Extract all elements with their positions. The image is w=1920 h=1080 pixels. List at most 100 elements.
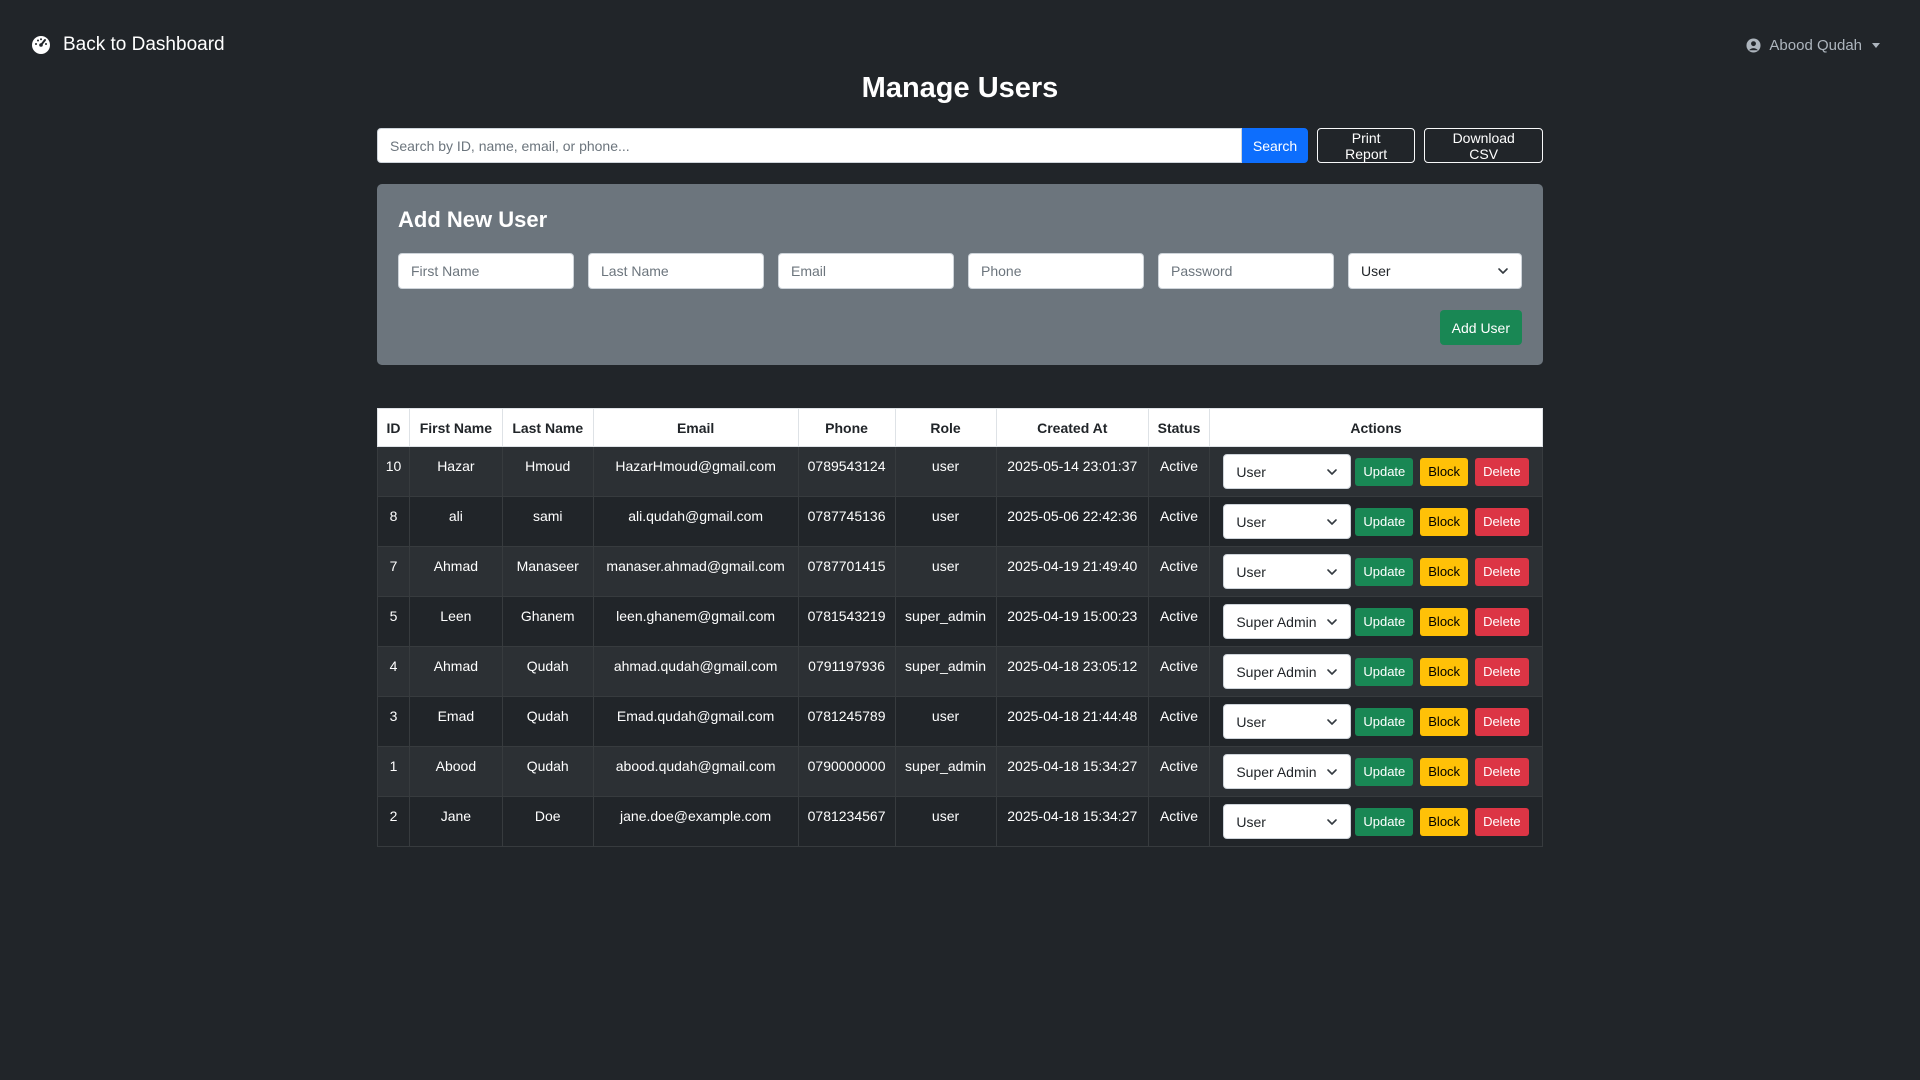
first-name-input[interactable]	[398, 253, 574, 289]
cell-first-name: Ahmad	[408, 546, 503, 597]
back-to-dashboard-link[interactable]: Back to Dashboard	[31, 34, 225, 56]
row-role-select-value: Super Admin	[1236, 763, 1317, 780]
print-report-button[interactable]: Print Report	[1316, 128, 1416, 163]
cell-id: 3	[377, 696, 410, 747]
phone-input[interactable]	[968, 253, 1144, 289]
cell-actions: User Update Block Delete	[1209, 696, 1543, 747]
update-button[interactable]: Update	[1355, 607, 1414, 636]
search-button[interactable]: Search	[1242, 128, 1308, 163]
update-button[interactable]: Update	[1355, 807, 1414, 836]
table-row: 4 Ahmad Qudah ahmad.qudah@gmail.com 07911979…	[377, 646, 1543, 697]
row-role-select[interactable]: User	[1223, 454, 1352, 489]
chevron-down-icon	[1327, 568, 1338, 575]
table-body: 10 Hazar Hmoud HazarHmoud@gmail.com 07895431…	[377, 446, 1543, 847]
cell-id: 2	[377, 796, 410, 847]
delete-button[interactable]: Delete	[1475, 457, 1529, 486]
cell-first-name: Jane	[408, 796, 503, 847]
col-created-at: Created At	[995, 408, 1150, 447]
add-user-button[interactable]: Add User	[1439, 310, 1522, 345]
actions-group: User Update Block Delete	[1216, 504, 1536, 539]
col-email: Email	[592, 408, 799, 447]
block-button[interactable]: Block	[1420, 457, 1469, 486]
table-row: 1 Abood Qudah abood.qudah@gmail.com 07900000…	[377, 746, 1543, 797]
col-last-name: Last Name	[501, 408, 594, 447]
cell-status: Active	[1148, 446, 1210, 497]
col-id: ID	[377, 408, 410, 447]
actions-group: User Update Block Delete	[1216, 454, 1536, 489]
block-button[interactable]: Block	[1420, 557, 1469, 586]
cell-created-at: 2025-04-18 21:44:48	[995, 696, 1150, 747]
row-role-select[interactable]: Super Admin	[1223, 604, 1352, 639]
block-button[interactable]: Block	[1420, 507, 1469, 536]
block-button[interactable]: Block	[1420, 657, 1469, 686]
role-select[interactable]: User	[1348, 253, 1522, 289]
update-button[interactable]: Update	[1355, 657, 1414, 686]
cell-status: Active	[1148, 596, 1210, 647]
update-button[interactable]: Update	[1355, 557, 1414, 586]
update-button[interactable]: Update	[1355, 757, 1414, 786]
delete-button[interactable]: Delete	[1475, 657, 1529, 686]
block-button[interactable]: Block	[1420, 707, 1469, 736]
delete-button[interactable]: Delete	[1475, 507, 1529, 536]
delete-button[interactable]: Delete	[1475, 807, 1529, 836]
chevron-down-icon	[1327, 818, 1338, 825]
cell-actions: User Update Block Delete	[1209, 546, 1543, 597]
cell-email: jane.doe@example.com	[592, 796, 799, 847]
cell-actions: Super Admin Update Block Delete	[1209, 596, 1543, 647]
table-row: 5 Leen Ghanem leen.ghanem@gmail.com 07815432…	[377, 596, 1543, 647]
delete-button[interactable]: Delete	[1475, 757, 1529, 786]
update-button[interactable]: Update	[1355, 457, 1414, 486]
cell-actions: Super Admin Update Block Delete	[1209, 746, 1543, 797]
cell-phone: 0789543124	[797, 446, 896, 497]
cell-status: Active	[1148, 546, 1210, 597]
delete-button[interactable]: Delete	[1475, 557, 1529, 586]
cell-last-name: Ghanem	[501, 596, 594, 647]
delete-button[interactable]: Delete	[1475, 707, 1529, 736]
block-button[interactable]: Block	[1420, 807, 1469, 836]
cell-actions: User Update Block Delete	[1209, 446, 1543, 497]
chevron-down-icon	[1327, 768, 1338, 775]
cell-phone: 0787701415	[797, 546, 896, 597]
page-title: Manage Users	[861, 72, 1059, 104]
email-input[interactable]	[778, 253, 954, 289]
download-csv-button[interactable]: Download CSV	[1424, 128, 1543, 163]
actions-group: Super Admin Update Block Delete	[1216, 654, 1536, 689]
col-actions: Actions	[1209, 408, 1543, 447]
row-role-select[interactable]: User	[1223, 504, 1352, 539]
cell-status: Active	[1148, 496, 1210, 547]
update-button[interactable]: Update	[1355, 707, 1414, 736]
col-role: Role	[894, 408, 997, 447]
row-role-select[interactable]: User	[1223, 804, 1352, 839]
row-role-select-value: User	[1236, 713, 1266, 730]
chevron-down-icon	[1327, 668, 1338, 675]
last-name-input[interactable]	[588, 253, 764, 289]
delete-button[interactable]: Delete	[1475, 607, 1529, 636]
block-button[interactable]: Block	[1420, 757, 1469, 786]
search-input[interactable]	[377, 128, 1243, 163]
row-role-select[interactable]: User	[1223, 554, 1352, 589]
block-button[interactable]: Block	[1420, 607, 1469, 636]
cell-role: user	[894, 696, 997, 747]
cell-status: Active	[1148, 746, 1210, 797]
row-role-select[interactable]: User	[1223, 704, 1352, 739]
actions-group: Super Admin Update Block Delete	[1216, 754, 1536, 789]
cell-first-name: ali	[408, 496, 503, 547]
row-role-select[interactable]: Super Admin	[1223, 754, 1352, 789]
password-input[interactable]	[1158, 253, 1334, 289]
row-role-select-value: Super Admin	[1236, 663, 1317, 680]
cell-role: super_admin	[894, 646, 997, 697]
cell-actions: Super Admin Update Block Delete	[1209, 646, 1543, 697]
cell-id: 4	[377, 646, 410, 697]
update-button[interactable]: Update	[1355, 507, 1414, 536]
role-select-value: User	[1361, 263, 1391, 279]
cell-status: Active	[1148, 796, 1210, 847]
row-role-select[interactable]: Super Admin	[1223, 654, 1352, 689]
cell-last-name: sami	[501, 496, 594, 547]
search-bar: Search Print Report Download CSV	[377, 128, 1543, 163]
cell-created-at: 2025-04-19 21:49:40	[995, 546, 1150, 597]
cell-first-name: Hazar	[408, 446, 503, 497]
cell-last-name: Qudah	[501, 746, 594, 797]
cell-phone: 0781245789	[797, 696, 896, 747]
user-dropdown[interactable]: Abood Qudah	[1746, 37, 1880, 54]
cell-created-at: 2025-04-18 23:05:12	[995, 646, 1150, 697]
